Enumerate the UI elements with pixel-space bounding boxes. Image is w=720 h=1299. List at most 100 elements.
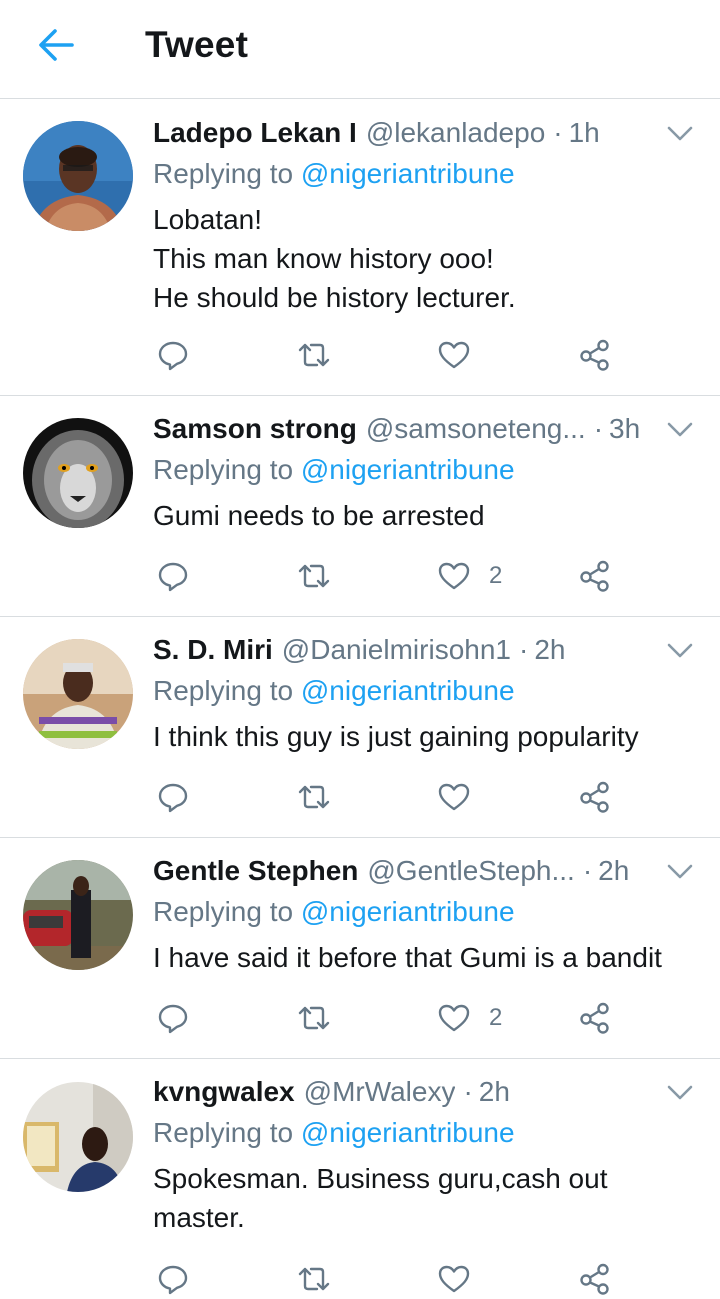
tweet-header: Samson strong @samsoneteng... · 3h xyxy=(153,413,663,451)
tweet-item[interactable]: Samson strong @samsoneteng... · 3h Reply… xyxy=(0,396,720,617)
like-button[interactable] xyxy=(437,1259,489,1299)
retweet-icon xyxy=(298,343,330,367)
share-button[interactable] xyxy=(578,998,612,1038)
chevron-down-icon xyxy=(667,126,693,141)
avatar[interactable] xyxy=(23,121,133,231)
heart-icon xyxy=(438,562,470,590)
tweet-header: Ladepo Lekan I @lekanladepo · 1h xyxy=(153,117,663,155)
display-name[interactable]: Samson strong xyxy=(153,413,357,445)
timestamp: 3h xyxy=(609,413,641,444)
avatar[interactable] xyxy=(23,418,133,528)
display-name[interactable]: Gentle Stephen xyxy=(153,855,358,887)
replying-to-link[interactable]: @nigeriantribune xyxy=(301,1117,515,1148)
replying-to-link[interactable]: @nigeriantribune xyxy=(301,454,515,485)
share-button[interactable] xyxy=(578,777,612,817)
reply-button[interactable] xyxy=(156,335,208,375)
tweet-actions xyxy=(0,1259,720,1299)
avatar[interactable] xyxy=(23,1082,133,1192)
avatar-photo xyxy=(23,860,133,970)
retweet-button[interactable] xyxy=(297,556,349,596)
share-icon xyxy=(580,1002,609,1034)
user-handle[interactable]: @GentleSteph... xyxy=(367,855,574,887)
tweet-text: I think this guy is just gaining popular… xyxy=(153,721,639,752)
timestamp: 2h xyxy=(534,634,566,665)
separator: · xyxy=(553,117,563,148)
replying-to-link[interactable]: @nigeriantribune xyxy=(301,158,515,189)
avatar-photo xyxy=(23,121,133,231)
avatar-photo xyxy=(23,639,133,749)
share-button[interactable] xyxy=(578,556,612,596)
like-button[interactable] xyxy=(437,335,489,375)
replying-to: Replying to @nigeriantribune xyxy=(153,158,515,190)
reply-button[interactable] xyxy=(156,1259,208,1299)
tweet-item[interactable]: Gentle Stephen @GentleSteph... · 2h Repl… xyxy=(0,838,720,1059)
reply-button[interactable] xyxy=(156,556,208,596)
retweet-icon xyxy=(298,1006,330,1030)
avatar[interactable] xyxy=(23,639,133,749)
display-name[interactable]: Ladepo Lekan I xyxy=(153,117,357,149)
tweet-item[interactable]: S. D. Miri @Danielmirisohn1 · 2h Replyin… xyxy=(0,617,720,838)
share-button[interactable] xyxy=(578,335,612,375)
reply-button[interactable] xyxy=(156,777,208,817)
retweet-icon xyxy=(298,785,330,809)
retweet-button[interactable] xyxy=(297,777,349,817)
user-handle[interactable]: @MrWalexy xyxy=(304,1076,456,1108)
share-icon xyxy=(580,339,609,371)
reply-icon xyxy=(158,341,188,371)
more-options-button[interactable] xyxy=(664,418,696,442)
back-button[interactable] xyxy=(30,22,82,68)
user-handle[interactable]: @Danielmirisohn1 xyxy=(282,634,511,666)
heart-icon xyxy=(438,341,470,369)
tweet-actions xyxy=(0,777,720,817)
timestamp: 2h xyxy=(598,855,630,886)
replying-to-label: Replying to xyxy=(153,675,294,706)
more-options-button[interactable] xyxy=(664,860,696,884)
separator: · xyxy=(518,634,529,665)
more-options-button[interactable] xyxy=(664,639,696,663)
tweet-actions: 2 xyxy=(0,556,720,596)
reply-button[interactable] xyxy=(156,998,208,1038)
tweet-actions: 2 xyxy=(0,998,720,1038)
separator: · xyxy=(582,855,593,886)
chevron-down-icon xyxy=(667,864,693,879)
share-icon xyxy=(580,560,609,592)
replying-to-label: Replying to xyxy=(153,1117,294,1148)
retweet-button[interactable] xyxy=(297,998,349,1038)
tweet-item[interactable]: kvngwalex @MrWalexy · 2h Replying to @ni… xyxy=(0,1059,720,1298)
replying-to-link[interactable]: @nigeriantribune xyxy=(301,896,515,927)
display-name[interactable]: S. D. Miri xyxy=(153,634,273,666)
timestamp: 1h xyxy=(568,117,600,148)
like-button[interactable]: 2 xyxy=(437,998,502,1038)
tweet-actions xyxy=(0,335,720,375)
page-title: Tweet xyxy=(145,24,249,65)
share-button[interactable] xyxy=(578,1259,612,1299)
more-options-button[interactable] xyxy=(664,1081,696,1105)
more-options-button[interactable] xyxy=(664,122,696,146)
share-icon xyxy=(580,781,609,813)
replying-to-link[interactable]: @nigeriantribune xyxy=(301,675,515,706)
timestamp: 2h xyxy=(478,1076,510,1107)
tweet-header: Gentle Stephen @GentleSteph... · 2h xyxy=(153,855,663,893)
like-button[interactable]: 2 xyxy=(437,556,502,596)
tweet-item[interactable]: Ladepo Lekan I @lekanladepo · 1h Replyin… xyxy=(0,100,720,396)
user-handle[interactable]: @lekanladepo xyxy=(366,117,545,149)
tweet-header: kvngwalex @MrWalexy · 2h xyxy=(153,1076,663,1114)
reply-icon xyxy=(158,1004,188,1034)
user-handle[interactable]: @samsoneteng... xyxy=(366,413,586,445)
replying-to: Replying to @nigeriantribune xyxy=(153,896,515,928)
replying-to-label: Replying to xyxy=(153,454,294,485)
tweet-text: I have said it before that Gumi is a ban… xyxy=(153,942,662,973)
reply-icon xyxy=(158,783,188,813)
like-button[interactable] xyxy=(437,777,489,817)
tweet-text: Gumi needs to be arrested xyxy=(153,500,485,531)
reply-icon xyxy=(158,1265,188,1295)
retweet-button[interactable] xyxy=(297,1259,349,1299)
top-app-bar: Tweet xyxy=(0,0,720,99)
separator: · xyxy=(463,1076,473,1107)
chevron-down-icon xyxy=(667,422,693,437)
heart-icon xyxy=(438,1004,470,1032)
retweet-button[interactable] xyxy=(297,335,349,375)
replying-to: Replying to @nigeriantribune xyxy=(153,675,515,707)
avatar[interactable] xyxy=(23,860,133,970)
display-name[interactable]: kvngwalex xyxy=(153,1076,295,1108)
